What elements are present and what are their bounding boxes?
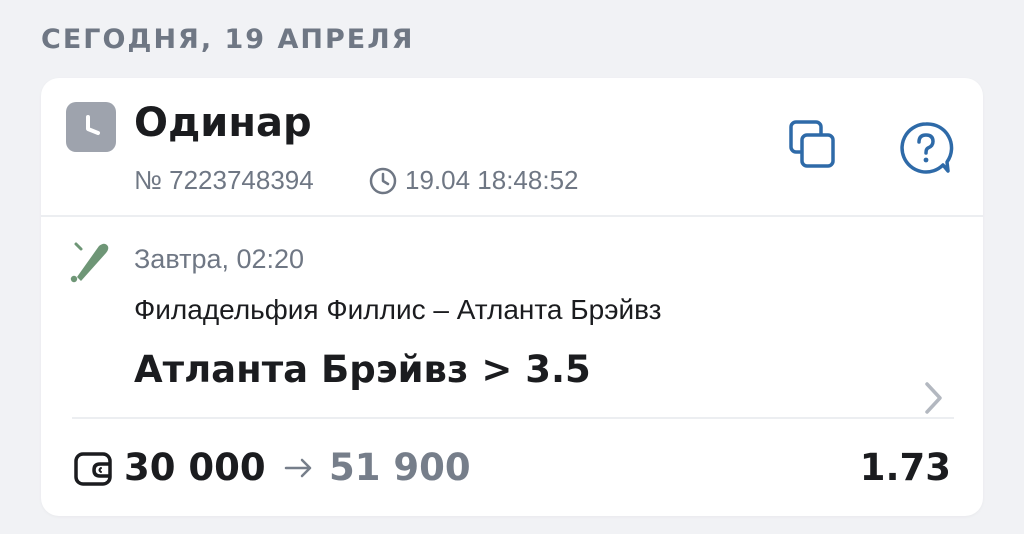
bet-type-title: Одинар: [134, 100, 312, 146]
help-bubble-icon: [900, 122, 954, 174]
copy-icon: [789, 120, 835, 168]
wallet-icon: [74, 452, 112, 486]
chevron-right-icon: [925, 382, 942, 414]
clock-icon: [66, 102, 116, 152]
bet-card: Одинар № 7223748394 19.04 18:48:52 Завтр…: [41, 78, 983, 516]
event-name: Филадельфия Филлис – Атланта Брэйвз: [134, 294, 662, 325]
bet-selection: Атланта Брэйвз > 3.5: [134, 348, 591, 391]
baseball-bat-icon: [70, 242, 109, 283]
payout-amount: 51 900: [329, 446, 471, 489]
bet-time-label: 19.04 18:48:52: [405, 165, 579, 195]
event-date: Завтра, 02:20: [134, 244, 305, 274]
summary-divider: [72, 417, 954, 419]
stake-amount: 30 000: [124, 446, 266, 489]
copy-button[interactable]: [785, 118, 843, 176]
arrow-right-icon: [284, 458, 312, 478]
help-button[interactable]: [896, 118, 956, 178]
date-header: СЕГОДНЯ, 19 АПРЕЛЯ: [41, 24, 415, 55]
odds-value: 1.73: [859, 446, 951, 489]
time-clock-icon: [369, 167, 397, 195]
bet-number: № 7223748394: [134, 165, 314, 195]
event-row[interactable]: Завтра, 02:20 Филадельфия Филлис – Атлан…: [41, 217, 983, 417]
